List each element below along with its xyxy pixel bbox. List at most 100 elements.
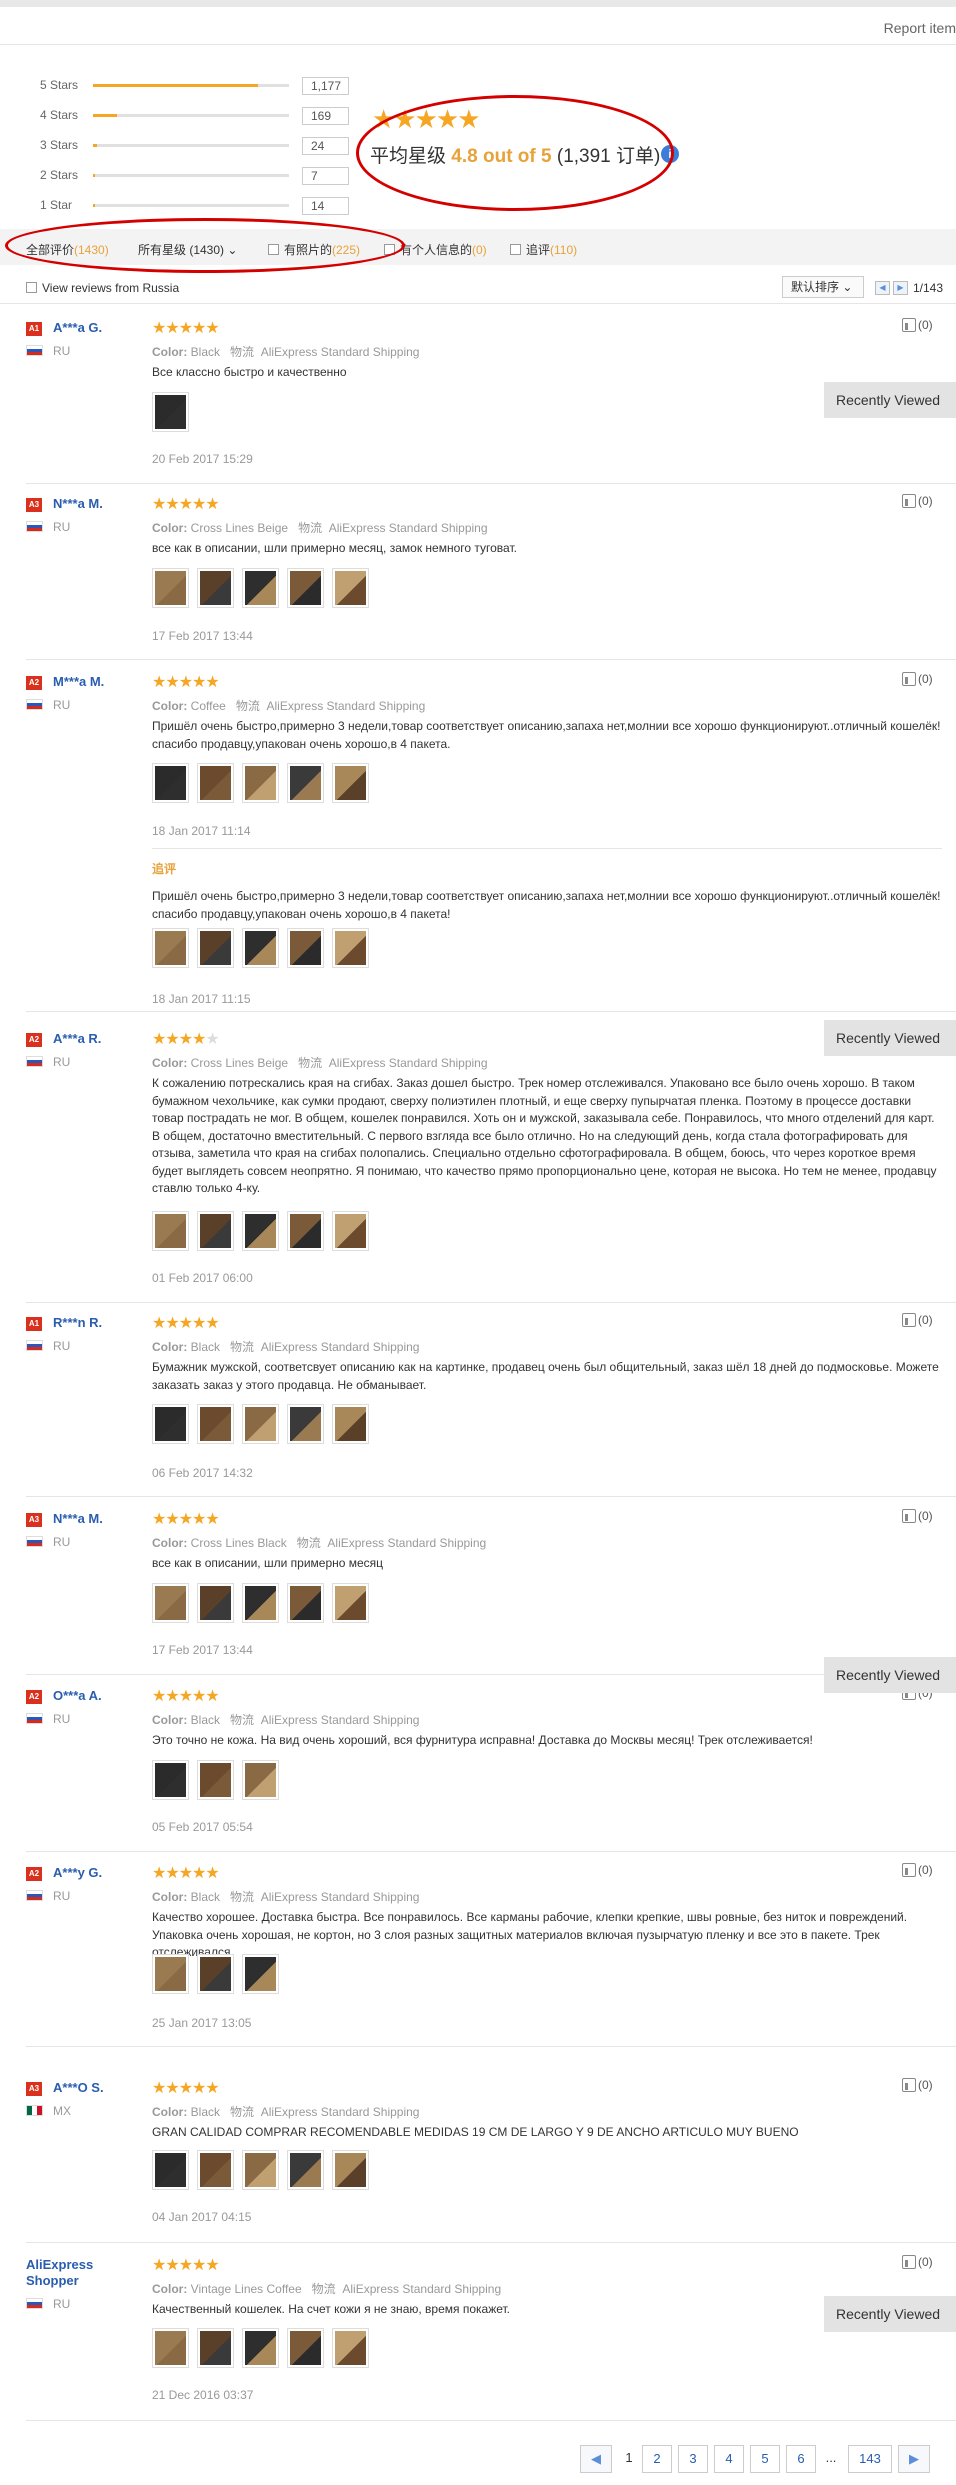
- review-photo[interactable]: [287, 2328, 324, 2368]
- breakdown-bar-3[interactable]: [93, 144, 289, 147]
- pagination-next[interactable]: ▶: [898, 2445, 930, 2473]
- review-photo[interactable]: [287, 1211, 324, 1251]
- review-attributes: Color: Black 物流 AliExpress Standard Ship…: [152, 343, 419, 360]
- review-photo[interactable]: [152, 1760, 189, 1800]
- review-photo[interactable]: [197, 928, 234, 968]
- review-photo[interactable]: [242, 2328, 279, 2368]
- pagination-page[interactable]: 3: [678, 2445, 708, 2473]
- review-photo[interactable]: [332, 1583, 369, 1623]
- breakdown-label-4[interactable]: 4 Stars: [40, 108, 85, 122]
- review-photo[interactable]: [242, 1404, 279, 1444]
- russia-checkbox[interactable]: [26, 282, 37, 293]
- review-photo[interactable]: [152, 928, 189, 968]
- breakdown-label-2[interactable]: 2 Stars: [40, 168, 85, 182]
- pagination-page[interactable]: 1: [618, 2445, 640, 2473]
- pagination-page[interactable]: 4: [714, 2445, 744, 2473]
- reviewer-name[interactable]: A***y G.: [53, 1865, 102, 1880]
- sort-select[interactable]: 默认排序 ⌄: [782, 276, 864, 298]
- reviewer-name[interactable]: N***a M.: [53, 496, 103, 511]
- breakdown-label-3[interactable]: 3 Stars: [40, 138, 85, 152]
- helpful-button[interactable]: (0): [902, 1313, 933, 1327]
- review-photo[interactable]: [287, 763, 324, 803]
- helpful-button[interactable]: (0): [902, 672, 933, 686]
- breakdown-bar-2[interactable]: [93, 174, 289, 177]
- reviewer-name[interactable]: N***a M.: [53, 1511, 103, 1526]
- russia-filter[interactable]: View reviews from Russia: [26, 281, 179, 295]
- review-photo[interactable]: [197, 1404, 234, 1444]
- review-photo[interactable]: [287, 1583, 324, 1623]
- pagination-page[interactable]: 5: [750, 2445, 780, 2473]
- review-photo[interactable]: [287, 568, 324, 608]
- report-item-link[interactable]: Report item: [884, 20, 956, 36]
- review-photo[interactable]: [332, 1404, 369, 1444]
- helpful-button[interactable]: (0): [902, 1863, 933, 1877]
- review-photo[interactable]: [152, 392, 189, 432]
- breakdown-bar-1[interactable]: [93, 204, 289, 207]
- page-next-small[interactable]: ▶: [893, 281, 908, 295]
- reviewer-name[interactable]: M***a M.: [53, 674, 104, 689]
- review-photo[interactable]: [287, 1404, 324, 1444]
- review-photo[interactable]: [197, 568, 234, 608]
- review-photo[interactable]: [242, 2150, 279, 2190]
- pagination-prev[interactable]: ◀: [580, 2445, 612, 2473]
- review-photo[interactable]: [287, 2150, 324, 2190]
- review-stars: ★★★★★: [152, 1509, 220, 1529]
- review-photo[interactable]: [197, 2150, 234, 2190]
- recently-viewed-tab[interactable]: Recently Viewed: [824, 382, 956, 418]
- reviewer-name[interactable]: A***a R.: [53, 1031, 101, 1046]
- review-photo[interactable]: [152, 1211, 189, 1251]
- review-photo[interactable]: [242, 1954, 279, 1994]
- helpful-button[interactable]: (0): [902, 1509, 933, 1523]
- reviewer-name[interactable]: O***a A.: [53, 1688, 102, 1703]
- helpful-button[interactable]: (0): [902, 2255, 933, 2269]
- helpful-button[interactable]: (0): [902, 494, 933, 508]
- country-flag-icon: [26, 1536, 43, 1547]
- review-date: 06 Feb 2017 14:32: [152, 1466, 253, 1480]
- breakdown-label-1[interactable]: 1 Star: [40, 198, 85, 212]
- review-photo[interactable]: [242, 928, 279, 968]
- recently-viewed-tab[interactable]: Recently Viewed: [824, 1020, 956, 1056]
- review-photo[interactable]: [332, 568, 369, 608]
- review-photo[interactable]: [152, 2328, 189, 2368]
- helpful-button[interactable]: (0): [902, 318, 933, 332]
- reviewer-name[interactable]: A***a G.: [53, 320, 102, 335]
- review-photo[interactable]: [152, 2150, 189, 2190]
- review-photo[interactable]: [242, 1760, 279, 1800]
- recently-viewed-tab[interactable]: Recently Viewed: [824, 1657, 956, 1693]
- breakdown-label-5[interactable]: 5 Stars: [40, 78, 85, 92]
- review-photo[interactable]: [242, 568, 279, 608]
- review-photo[interactable]: [197, 1760, 234, 1800]
- review-photo[interactable]: [152, 1404, 189, 1444]
- review-photo[interactable]: [332, 2150, 369, 2190]
- recently-viewed-tab[interactable]: Recently Viewed: [824, 2296, 956, 2332]
- review-photo[interactable]: [242, 1211, 279, 1251]
- review-photo[interactable]: [332, 928, 369, 968]
- review-photo[interactable]: [287, 928, 324, 968]
- breakdown-bar-4[interactable]: [93, 114, 289, 117]
- page-prev-small[interactable]: ◀: [875, 281, 890, 295]
- review-photo[interactable]: [332, 1211, 369, 1251]
- breakdown-bar-5[interactable]: [93, 84, 289, 87]
- pagination-page[interactable]: 6: [786, 2445, 816, 2473]
- review-photo[interactable]: [197, 1211, 234, 1251]
- helpful-button[interactable]: (0): [902, 2078, 933, 2092]
- review-photo[interactable]: [332, 763, 369, 803]
- reviewer-name[interactable]: AliExpress Shopper: [26, 2257, 136, 2289]
- pagination-last[interactable]: 143: [848, 2445, 892, 2473]
- review-photo[interactable]: [332, 2328, 369, 2368]
- reviewer-name[interactable]: R***n R.: [53, 1315, 102, 1330]
- review-photo[interactable]: [242, 763, 279, 803]
- review-photo[interactable]: [197, 763, 234, 803]
- additional-checkbox[interactable]: [510, 244, 521, 255]
- review-photo[interactable]: [242, 1583, 279, 1623]
- review-photo[interactable]: [152, 1583, 189, 1623]
- review-photo[interactable]: [197, 1583, 234, 1623]
- review-photo[interactable]: [152, 568, 189, 608]
- review-photo[interactable]: [197, 1954, 234, 1994]
- review-photo[interactable]: [152, 763, 189, 803]
- filter-additional[interactable]: 追评(110): [510, 241, 577, 258]
- review-photo[interactable]: [152, 1954, 189, 1994]
- review-photo[interactable]: [197, 2328, 234, 2368]
- pagination-page[interactable]: 2: [642, 2445, 672, 2473]
- reviewer-name[interactable]: A***O S.: [53, 2080, 104, 2095]
